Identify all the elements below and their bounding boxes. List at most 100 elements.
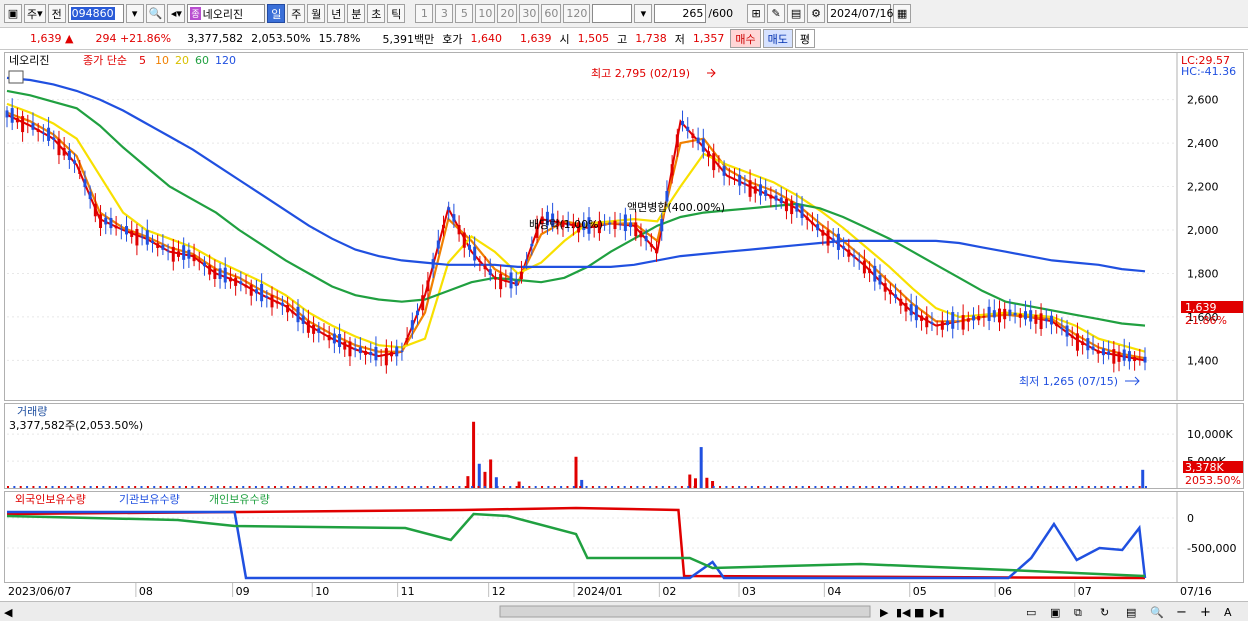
- scroll-left-icon[interactable]: ◀: [4, 606, 13, 619]
- candle-body: [821, 230, 825, 236]
- stock-name: 네오리진: [202, 7, 244, 21]
- num-dropdown-icon[interactable]: ▾: [634, 4, 653, 23]
- candle-body: [530, 243, 534, 247]
- candle-body: [826, 230, 830, 246]
- print-icon[interactable]: ▤: [1126, 606, 1136, 619]
- candle-body: [977, 316, 981, 321]
- num-60[interactable]: 60: [541, 4, 562, 23]
- count-input[interactable]: 265: [654, 4, 707, 23]
- volume-bar-small: [986, 486, 989, 488]
- sound-icon[interactable]: ◂▾: [167, 4, 186, 23]
- volume-bar-small: [267, 486, 270, 488]
- price-chart[interactable]: 2,6002,4002,2002,0001,8001,6001,400 네오리진…: [5, 53, 1243, 400]
- zoom-in-icon[interactable]: +: [1200, 605, 1211, 620]
- num-3[interactable]: 3: [435, 4, 454, 23]
- candle-body: [390, 352, 394, 357]
- ma-120: 120: [215, 54, 236, 67]
- stock-code-input[interactable]: 094860: [67, 4, 124, 23]
- interval-day[interactable]: 일: [267, 4, 286, 23]
- candle-body: [862, 260, 866, 274]
- custom-num-input[interactable]: [592, 4, 633, 23]
- calendar-icon[interactable]: ▦: [893, 4, 912, 23]
- interval-minute[interactable]: 분: [347, 4, 366, 23]
- price-chart-panel[interactable]: 2,600 2,400 2,200 2,000 1,800 1,600 1,400 네오리진…: [4, 52, 1244, 401]
- volume-chart[interactable]: 10,000K5,000K 거래량 3,377,582주(2,053.50%) …: [5, 404, 1243, 488]
- volume-bar-small: [680, 486, 683, 488]
- stop-icon[interactable]: ■: [914, 606, 924, 619]
- num-30[interactable]: 30: [519, 4, 540, 23]
- interval-year[interactable]: 년: [327, 4, 346, 23]
- volume-bar-small: [1100, 486, 1103, 488]
- sell-button[interactable]: 매도: [762, 29, 793, 48]
- scroll-controls[interactable]: ◀ ▶ ▮◀ ■ ▶▮ ▭ ▣ ⧉ ↻ ▤ 🔍 − + A: [0, 602, 1248, 621]
- scroll-right-icon[interactable]: ▶: [880, 606, 889, 619]
- candle-body: [1029, 310, 1033, 322]
- holdings-chart[interactable]: 0 -500,000 외국인보유수량 기관보유수량 개인보유수량: [5, 492, 1243, 582]
- period-select[interactable]: 주 ▾: [24, 4, 46, 23]
- candle-body: [1096, 350, 1100, 354]
- volume-bar-small: [299, 486, 302, 488]
- candle-body: [192, 254, 196, 262]
- split-icon[interactable]: ▣: [1050, 606, 1060, 619]
- candle-body: [467, 244, 471, 250]
- crosshair-icon[interactable]: ⊞: [747, 4, 766, 23]
- num-20[interactable]: 20: [497, 4, 518, 23]
- stock-name-field[interactable]: 종 네오리진: [187, 4, 266, 23]
- avg-button[interactable]: 평: [794, 29, 815, 48]
- copy-icon[interactable]: ⧉: [1074, 606, 1082, 619]
- refresh-icon[interactable]: ↻: [1100, 606, 1109, 619]
- font-icon[interactable]: A: [1224, 606, 1232, 619]
- buy-button[interactable]: 매수: [730, 29, 761, 48]
- gear-icon[interactable]: ⚙: [807, 4, 826, 23]
- num-10[interactable]: 10: [475, 4, 496, 23]
- volume-bar-small: [502, 486, 505, 488]
- interval-month[interactable]: 월: [307, 4, 326, 23]
- candle-body: [197, 260, 201, 262]
- volume-bar-small: [76, 486, 79, 488]
- volume-bar-small: [140, 486, 143, 488]
- prev-button[interactable]: 전: [47, 4, 66, 23]
- x-axis: 2023/06/07 08 09 10 11 12 2024/01 02 03 04 05 06 07 0…: [4, 583, 1244, 599]
- interval-second[interactable]: 초: [367, 4, 386, 23]
- candle-body: [322, 333, 326, 335]
- count-max: /600: [708, 7, 734, 20]
- code-dropdown-icon[interactable]: ▾: [125, 4, 144, 23]
- volume-bar-small: [1075, 486, 1078, 488]
- grid-toggle-icon[interactable]: [8, 70, 24, 84]
- num-5[interactable]: 5: [455, 4, 474, 23]
- candle-body: [405, 337, 409, 341]
- volume-bar-small: [547, 486, 550, 488]
- candle-body: [52, 137, 56, 140]
- search-icon[interactable]: 🔍: [145, 4, 166, 23]
- ma-line-5: [6, 113, 1146, 362]
- draw-icon[interactable]: ✎: [767, 4, 786, 23]
- last-icon[interactable]: ▶▮: [930, 606, 945, 619]
- zoom-icon[interactable]: 🔍: [1150, 605, 1164, 619]
- save-icon[interactable]: ▤: [787, 4, 806, 23]
- layout-icon[interactable]: ▭: [1026, 606, 1036, 619]
- low-label: 저: [674, 32, 685, 46]
- volume-bar-small: [83, 486, 86, 488]
- volume-panel[interactable]: 10,000K5,000K 거래량 3,377,582주(2,053.50%) …: [4, 403, 1244, 489]
- bottom-scrollbar[interactable]: ◀ ▶ ▮◀ ■ ▶▮ ▭ ▣ ⧉ ↻ ▤ 🔍 − + A: [0, 601, 1248, 621]
- interval-week[interactable]: 주: [287, 4, 306, 23]
- candle-body: [99, 214, 103, 229]
- volume-bar-small: [445, 486, 448, 488]
- volume-bar-small: [45, 486, 48, 488]
- num-1[interactable]: 1: [415, 4, 434, 23]
- holdings-panel[interactable]: 0 -500,000 외국인보유수량 기관보유수량 개인보유수량: [4, 491, 1244, 583]
- volume-bar-small: [585, 486, 588, 488]
- candle-body: [753, 186, 757, 194]
- zoom-out-icon[interactable]: −: [1176, 605, 1187, 620]
- volume-bar: [1141, 469, 1145, 488]
- num-120[interactable]: 120: [563, 4, 591, 23]
- candle-body: [265, 296, 269, 298]
- window-icon[interactable]: ▣: [4, 4, 22, 23]
- volume-bar-small: [432, 486, 435, 488]
- scroll-thumb[interactable]: [499, 605, 871, 618]
- first-icon[interactable]: ▮◀: [896, 606, 911, 619]
- date-input[interactable]: 2024/07/16: [827, 4, 893, 23]
- interval-tick[interactable]: 틱: [387, 4, 406, 23]
- volume-bar-small: [1055, 486, 1058, 488]
- volume-bar-small: [1081, 486, 1084, 488]
